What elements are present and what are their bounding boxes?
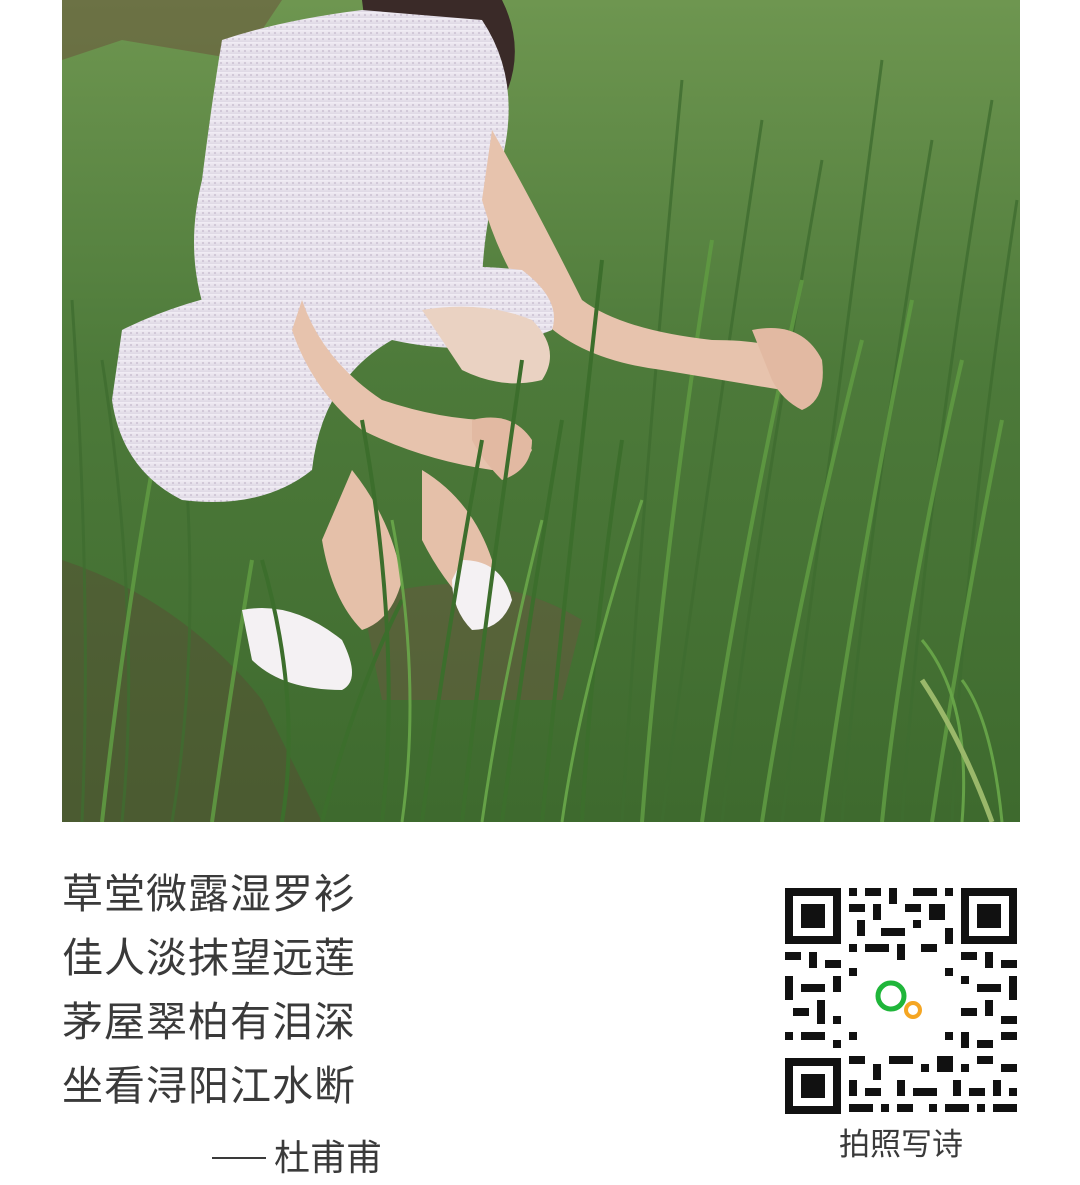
poem-line-3: 茅屋翠柏有泪深 bbox=[62, 998, 356, 1046]
qr-caption: 拍照写诗 bbox=[839, 1127, 963, 1163]
qr-code-image bbox=[785, 888, 1017, 1114]
poem-line-1: 草堂微露湿罗衫 bbox=[62, 870, 356, 918]
poem-line-4: 坐看浔阳江水断 bbox=[62, 1062, 356, 1110]
author-dash bbox=[212, 1157, 266, 1159]
qr-code[interactable] bbox=[785, 888, 1017, 1114]
photo-illustration bbox=[62, 0, 1020, 822]
author-name: 杜甫甫 bbox=[274, 1138, 383, 1179]
poem-line-2: 佳人淡抹望远莲 bbox=[62, 934, 356, 982]
photo-woman-in-grass bbox=[62, 0, 1020, 822]
poem-author: 杜甫甫 bbox=[212, 1135, 382, 1183]
poem-block: 草堂微露湿罗衫 佳人淡抹望远莲 茅屋翠柏有泪深 坐看浔阳江水断 bbox=[62, 862, 422, 1118]
